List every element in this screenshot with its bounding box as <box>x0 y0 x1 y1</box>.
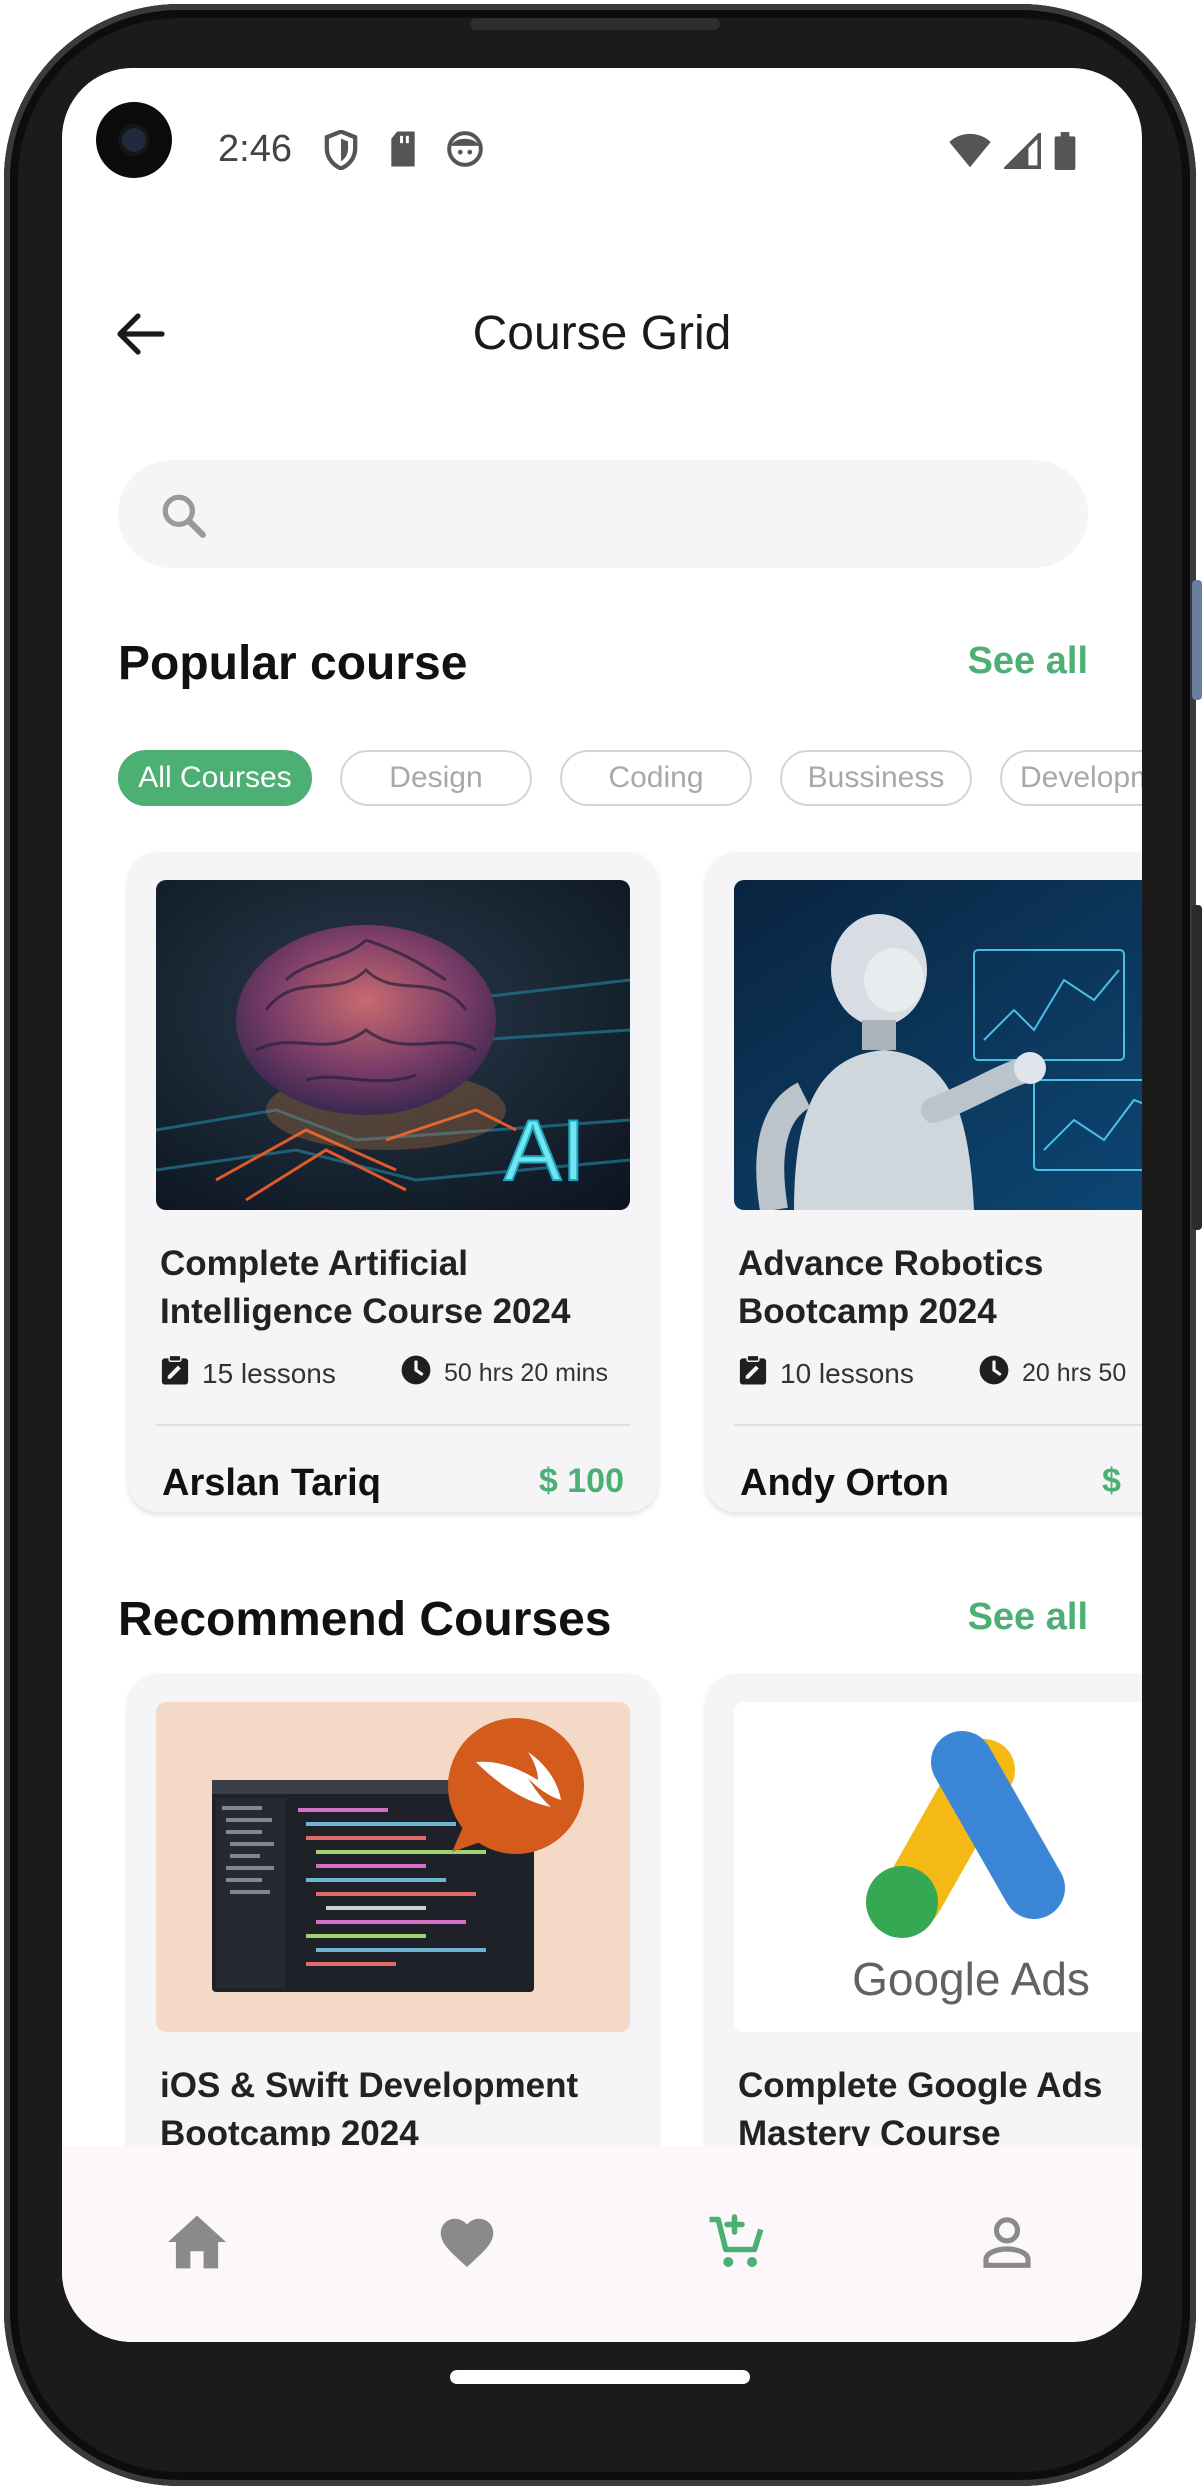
course-price: $ <box>1102 1462 1121 1500</box>
course-card[interactable]: Advance Robotics Bootcamp 2024 10 lesson… <box>706 852 1142 1512</box>
heart-icon <box>437 2214 497 2275</box>
face-icon <box>446 130 484 173</box>
chip-all-courses[interactable]: All Courses <box>118 750 312 806</box>
course-title: Complete Google Ads Mastery Course <box>738 2066 1103 2153</box>
ai-brain-circuit-image: AI <box>156 880 630 1210</box>
duration-text: 20 hrs 50 <box>1022 1359 1127 1387</box>
recommend-section-title: Recommend Courses <box>118 1593 612 1646</box>
speaker-grille <box>470 18 720 30</box>
bottom-navigation <box>62 2146 1142 2342</box>
phone-frame: 2:46 Course Grid Popular course See all … <box>0 0 1204 2491</box>
status-right-icons <box>948 130 1076 175</box>
chip-design[interactable]: Design <box>340 750 532 806</box>
search-bar[interactable] <box>118 460 1088 568</box>
page-title: Course Grid <box>472 307 732 360</box>
app-screen: 2:46 Course Grid Popular course See all … <box>62 68 1142 2342</box>
chip-business[interactable]: Bussiness <box>780 750 972 806</box>
sd-card-icon <box>388 130 418 173</box>
home-icon <box>165 2213 229 2276</box>
nav-favorites[interactable] <box>407 2184 527 2304</box>
nav-profile[interactable] <box>947 2184 1067 2304</box>
popular-section-title: Popular course <box>118 637 468 690</box>
course-title: Advance Robotics Bootcamp 2024 <box>738 1244 1044 1331</box>
course-card[interactable]: AI Complete Artificial Intelligence Cour… <box>128 852 658 1512</box>
nav-home[interactable] <box>137 2184 257 2304</box>
lessons-count: 10 lessons <box>780 1357 914 1389</box>
duration-meta: 50 hrs 20 mins <box>400 1354 608 1393</box>
clipboard-icon <box>738 1354 768 1393</box>
search-icon <box>158 490 208 545</box>
duration-meta: 20 hrs 50 <box>978 1354 1126 1393</box>
battery-icon <box>1054 132 1076 175</box>
author-name: Arslan Tariq <box>162 1462 381 1504</box>
chip-coding[interactable]: Coding <box>560 750 752 806</box>
google-ads-logo-image: Google Ads <box>734 1702 1142 2032</box>
course-title: iOS & Swift Development Bootcamp 2024 <box>160 2066 579 2153</box>
course-title: Complete Artificial Intelligence Course … <box>160 1244 571 1331</box>
author-name: Andy Orton <box>740 1462 949 1504</box>
front-camera <box>96 102 172 178</box>
clipboard-icon <box>160 1354 190 1393</box>
person-icon <box>979 2214 1035 2275</box>
clock-icon <box>978 1354 1010 1393</box>
card-divider <box>734 1424 1142 1426</box>
shield-icon <box>324 129 358 175</box>
gesture-home-bar[interactable] <box>450 2370 750 2384</box>
recommend-see-all-link[interactable]: See all <box>968 1596 1088 1639</box>
robot-hologram-image <box>734 880 1142 1210</box>
lessons-meta: 10 lessons <box>738 1354 914 1393</box>
chip-development[interactable]: Developm <box>1000 750 1142 806</box>
cart-add-icon <box>707 2212 767 2277</box>
duration-text: 50 hrs 20 mins <box>444 1359 608 1387</box>
search-input[interactable] <box>228 488 1048 540</box>
wifi-icon <box>948 133 992 174</box>
lessons-count: 15 lessons <box>202 1357 336 1389</box>
volume-button <box>1192 580 1202 700</box>
power-button <box>1192 905 1202 1230</box>
nav-cart[interactable] <box>677 2184 797 2304</box>
popular-see-all-link[interactable]: See all <box>968 640 1088 683</box>
category-chips: All Courses Design Coding Bussiness Deve… <box>118 750 1142 806</box>
signal-icon <box>1002 130 1042 174</box>
clock-icon <box>400 1354 432 1393</box>
svg-text:AI: AI <box>504 1103 585 1199</box>
status-time: 2:46 <box>218 128 292 170</box>
course-price: $ 100 <box>538 1462 624 1500</box>
lessons-meta: 15 lessons <box>160 1354 336 1393</box>
google-ads-logo-text: Google Ads <box>852 1953 1090 2005</box>
swift-code-image <box>156 1702 630 2032</box>
card-divider <box>156 1424 630 1426</box>
